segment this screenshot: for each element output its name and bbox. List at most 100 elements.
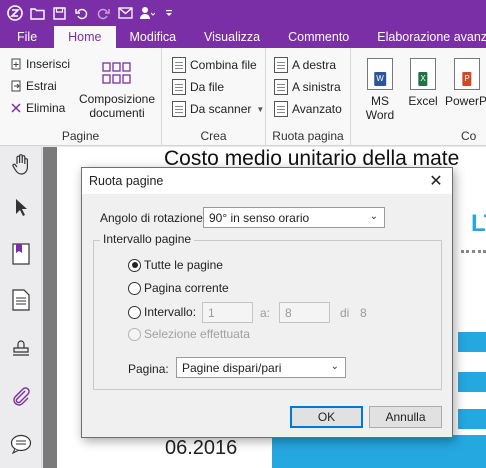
convert-msword-button[interactable]: W MS Word xyxy=(359,58,401,122)
attachment-icon[interactable] xyxy=(8,383,34,409)
undo-icon[interactable] xyxy=(70,2,92,24)
group-pagine: Inserisci Estrai Elimina Composizione do… xyxy=(0,48,162,146)
tab-commento[interactable]: Commento xyxy=(274,26,363,48)
radio-interval[interactable]: Intervallo: xyxy=(128,305,196,319)
powerpoint-file-icon: P xyxy=(454,58,480,90)
angle-label: Angolo di rotazione: xyxy=(100,211,207,225)
elimina-button[interactable]: Elimina xyxy=(10,101,65,115)
ruota-pagine-dialog: Ruota pagine ✕ Angolo di rotazione: 90° … xyxy=(81,167,453,438)
group-crea: Combina file Da file Da scanner ▼ Crea xyxy=(162,48,266,146)
tab-home[interactable]: Home xyxy=(54,26,116,48)
msword-label-2: Word xyxy=(365,108,395,122)
group-ruota-label: Ruota pagina xyxy=(272,129,344,143)
da-file-button[interactable]: Da file xyxy=(172,79,224,95)
cancel-button[interactable]: Annulla xyxy=(369,406,442,428)
ok-button[interactable]: OK xyxy=(290,406,363,428)
group-converti: W MS Word X Excel P PowerP Co xyxy=(351,48,486,146)
da-scanner-button[interactable]: Da scanner ▼ xyxy=(172,101,264,117)
app-logo-icon[interactable] xyxy=(4,2,26,24)
blue-bar-1 xyxy=(458,332,486,352)
group-pagine-label: Pagine xyxy=(61,129,100,143)
mail-icon[interactable] xyxy=(114,2,136,24)
dialog-title-bar: Ruota pagine ✕ xyxy=(82,168,452,194)
inserisci-button[interactable]: Inserisci xyxy=(10,57,70,71)
combine-files-icon xyxy=(172,57,186,73)
elimina-label: Elimina xyxy=(26,101,66,115)
interval-from-value: 1 xyxy=(208,305,215,320)
radio-circle-selected xyxy=(128,258,141,272)
combina-file-button[interactable]: Combina file xyxy=(172,57,257,73)
page-select[interactable]: Pagine dispari/pari ⌄ xyxy=(176,357,346,378)
word-file-icon: W xyxy=(367,58,393,90)
msword-label-1: MS xyxy=(371,94,389,108)
ruota-destra-label: A destra xyxy=(292,58,337,72)
user-icon[interactable] xyxy=(136,2,158,24)
dialog-title: Ruota pagine xyxy=(89,174,164,188)
angle-select-value: 90° in senso orario xyxy=(209,210,310,225)
stamp-icon[interactable] xyxy=(8,335,34,361)
close-icon[interactable]: ✕ xyxy=(426,171,446,191)
insert-page-icon xyxy=(10,58,22,70)
delete-x-icon xyxy=(10,102,22,114)
select-arrow-icon[interactable] xyxy=(8,195,34,221)
radio-all-pages[interactable]: Tutte le pagine xyxy=(128,258,223,272)
blue-bar-2 xyxy=(458,372,486,392)
group-crea-label: Crea xyxy=(200,129,227,143)
range-group-label: Intervallo pagine xyxy=(100,232,195,246)
ribbon: Inserisci Estrai Elimina Composizione do… xyxy=(0,48,486,146)
blue-block-bottom xyxy=(272,435,486,468)
from-file-icon xyxy=(172,79,186,95)
hand-tool-icon[interactable] xyxy=(8,152,34,178)
left-sidebar xyxy=(0,147,42,468)
tab-visualizza[interactable]: Visualizza xyxy=(190,26,274,48)
ribbon-tabs: File Home Modifica Visualizza Commento E… xyxy=(0,26,486,48)
tab-file[interactable]: File xyxy=(0,26,54,48)
excel-file-icon: X xyxy=(410,58,436,90)
group-ruota-pagina: A destra A sinistra Avanzato Ruota pagin… xyxy=(266,48,351,146)
tab-modifica[interactable]: Modifica xyxy=(116,26,191,48)
convert-powerpoint-button[interactable]: P PowerP xyxy=(445,58,486,108)
powerpoint-badge: P xyxy=(462,72,472,86)
convert-excel-button[interactable]: X Excel xyxy=(403,58,443,108)
save-icon[interactable] xyxy=(48,2,70,24)
composizione-documenti-button[interactable]: Composizione documenti xyxy=(77,62,157,120)
word-badge: W xyxy=(374,72,386,86)
rotate-left-icon xyxy=(274,79,288,95)
pages-icon[interactable] xyxy=(8,287,34,313)
page-select-value: Pagine dispari/pari xyxy=(182,360,282,375)
comment-icon[interactable] xyxy=(8,431,34,457)
page-label: Pagina: xyxy=(128,362,169,376)
ruota-sinistra-button[interactable]: A sinistra xyxy=(274,79,341,95)
radio-circle xyxy=(128,281,141,295)
interval-from-input[interactable]: 1 xyxy=(202,302,253,323)
interval-to-label: a: xyxy=(260,306,271,320)
interval-to-input[interactable]: 8 xyxy=(279,302,330,323)
estrai-label: Estrai xyxy=(26,79,57,93)
ruota-destra-button[interactable]: A destra xyxy=(274,57,336,73)
composizione-label-1: Composizione xyxy=(78,92,156,106)
ruota-avanzato-label: Avanzato xyxy=(292,102,342,116)
customize-icon[interactable] xyxy=(158,2,180,24)
excel-badge: X xyxy=(418,72,428,86)
estrai-button[interactable]: Estrai xyxy=(10,79,57,93)
ruota-avanzato-button[interactable]: Avanzato xyxy=(274,101,342,117)
extract-page-icon xyxy=(10,80,22,92)
scanner-icon xyxy=(172,101,186,117)
radio-current-page-label: Pagina corrente xyxy=(144,281,229,295)
tab-elaborazione-avanzata[interactable]: Elaborazione avanzata xyxy=(363,26,486,48)
rotate-right-icon xyxy=(274,57,288,73)
interval-to-value: 8 xyxy=(285,305,292,320)
chevron-down-icon: ▼ xyxy=(256,104,265,114)
angle-select[interactable]: 90° in senso orario ⌄ xyxy=(203,207,385,228)
open-folder-icon[interactable] xyxy=(26,2,48,24)
radio-circle xyxy=(128,305,141,319)
dotted-divider xyxy=(461,250,486,254)
powerpoint-label: PowerP xyxy=(445,94,486,108)
document-date: 06.2016 xyxy=(165,437,238,459)
radio-current-page[interactable]: Pagina corrente xyxy=(128,281,229,295)
da-file-label: Da file xyxy=(190,80,225,94)
redo-icon[interactable] xyxy=(92,2,114,24)
radio-interval-label: Intervallo: xyxy=(144,305,197,319)
page-grid-icon xyxy=(102,62,132,84)
bookmark-icon[interactable] xyxy=(8,241,34,267)
